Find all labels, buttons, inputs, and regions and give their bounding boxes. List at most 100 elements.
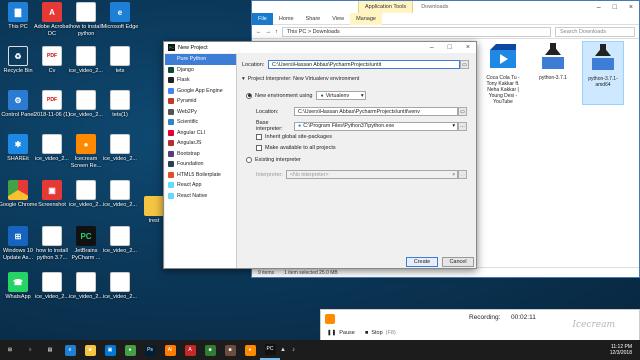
taskbar-store-icon[interactable]: ▣ [100, 340, 120, 360]
address-bar[interactable]: This PC > Downloads [281, 26, 551, 37]
more-options-button[interactable]: … [458, 121, 467, 131]
interpreter-section-header[interactable]: Project Interpreter: New Virtualenv envi… [248, 76, 359, 82]
project-type-item[interactable]: React App [165, 180, 236, 191]
desktop-icon[interactable]: ice_video_2... [103, 272, 137, 316]
maximize-icon[interactable]: □ [448, 44, 452, 51]
maximize-icon[interactable]: □ [613, 4, 617, 11]
desktop-icon[interactable]: ☎ WhatsApp [1, 272, 35, 316]
taskbar-start-icon[interactable]: ⊞ [0, 340, 20, 360]
existing-interpreter-radio[interactable] [246, 157, 252, 163]
project-type-item[interactable]: Angular CLI [165, 128, 236, 139]
back-icon[interactable]: ← [256, 29, 262, 35]
env-location-input[interactable]: C:\Users\Hassan Abbas\PycharmProjects\un… [294, 107, 458, 116]
taskbar-pycharm-icon[interactable]: PC [260, 340, 280, 360]
taskbar-photoshop-icon[interactable]: Ps [140, 340, 160, 360]
taskbar-app1-icon[interactable]: ■ [200, 340, 220, 360]
file-item-selected[interactable]: python-3.7.1-amd64 [582, 41, 624, 105]
pause-button[interactable]: ❚❚ Pause [327, 330, 355, 336]
project-type-item[interactable]: Django [165, 65, 236, 76]
interpreter-select[interactable]: <No interpreter> ▾ [286, 170, 458, 179]
taskbar-icecream-icon[interactable]: ● [240, 340, 260, 360]
taskbar-acrobat-icon[interactable]: A [180, 340, 200, 360]
environment-tool-select[interactable]: ● Virtualenv ▾ [316, 91, 367, 100]
project-type-item[interactable]: Scientific [165, 117, 236, 128]
base-interpreter-select[interactable]: ● C:\Program Files\Python37\python.exe ▾ [294, 121, 458, 131]
desktop-icon[interactable]: ice_video_2... [103, 134, 137, 178]
project-type-item[interactable]: Pure Python [165, 54, 236, 65]
cancel-button[interactable]: Cancel [442, 257, 474, 267]
file-item[interactable]: Coca Cola Tu - Tony Kakkar ft. Neha Kakk… [482, 41, 524, 105]
make-available-checkbox[interactable] [256, 145, 262, 151]
up-icon[interactable]: ↑ [275, 29, 278, 35]
network-icon[interactable]: ▲ [280, 347, 286, 353]
desktop-icon[interactable]: ⚙ Control Panel [1, 90, 35, 134]
project-type-item[interactable]: Foundation [165, 159, 236, 170]
pycharm-icon: PC [168, 44, 175, 51]
desktop-icon[interactable]: ice_video_2... [69, 90, 103, 134]
taskbar-edge-icon[interactable]: e [60, 340, 80, 360]
clock[interactable]: 11:12 PM 12/3/2018 [610, 344, 640, 356]
minimize-icon[interactable]: – [597, 4, 601, 11]
stop-button[interactable]: ■ Stop (F8) [365, 330, 396, 336]
desktop-icon[interactable]: PDF 2018-11-06 (1) [34, 90, 70, 134]
taskbar-illustrator-icon[interactable]: Ai [160, 340, 180, 360]
file-item[interactable]: python-3.7.1 [532, 41, 574, 105]
desktop-icon[interactable]: A Adobe Acrobat DC [34, 2, 70, 46]
minimize-icon[interactable]: – [430, 44, 434, 51]
taskbar-app2-icon[interactable]: ■ [220, 340, 240, 360]
project-type-item[interactable]: HTML5 Boilerplate [165, 170, 236, 181]
desktop-icon[interactable]: ● Icecream Screen Re... [69, 134, 103, 178]
desktop-icon[interactable]: ice_video_2... [35, 134, 69, 178]
desktop-icon[interactable]: ♻ Recycle Bin [1, 46, 35, 90]
more-options-button[interactable]: … [458, 170, 467, 179]
project-type-item[interactable]: Bootstrap [165, 149, 236, 160]
desktop-icon[interactable]: PDF Cv [35, 46, 69, 90]
search-input[interactable]: Search Downloads [555, 26, 635, 37]
location-input[interactable]: C:\Users\Hassan Abbas\PycharmProjects\un… [268, 60, 460, 69]
expand-arrow-icon[interactable]: ▾ [242, 76, 245, 82]
desktop-icon[interactable]: ▇ This PC [1, 2, 35, 46]
desktop-icon[interactable]: ✱ SHAREit [1, 134, 35, 178]
tab-home[interactable]: Home [273, 16, 300, 22]
taskview-icon: ▤ [47, 347, 53, 353]
taskbar-explorer-icon[interactable]: ■ [80, 340, 100, 360]
interpreter-label: Interpreter: [256, 171, 283, 178]
desktop-icon[interactable]: ice_video_2... [69, 180, 103, 224]
tab-file[interactable]: File [252, 12, 273, 25]
project-type-item[interactable]: Google App Engine [165, 86, 236, 97]
create-button[interactable]: Create [406, 257, 438, 267]
tab-view[interactable]: View [326, 16, 350, 22]
desktop-icon[interactable]: tets [103, 46, 137, 90]
desktop-icon[interactable]: e Microsoft Edge [102, 2, 138, 46]
taskbar-taskview-icon[interactable]: ▤ [40, 340, 60, 360]
desktop-icon[interactable]: Google Chrome [0, 180, 37, 224]
project-type-item[interactable]: Web2Py [165, 107, 236, 118]
desktop-icon[interactable]: ▣ Screenshot [35, 180, 69, 224]
browse-folder-icon[interactable]: ▭ [458, 107, 467, 116]
desktop-icon[interactable]: how to install python 3.7... [35, 226, 69, 270]
volume-icon[interactable]: ♪ [292, 347, 295, 353]
project-type-item[interactable]: AngularJS [165, 138, 236, 149]
desktop-icon[interactable]: tets(1) [103, 90, 137, 134]
desktop-icon[interactable]: ice_video_2... [103, 226, 137, 270]
tab-manage[interactable]: Manage [350, 12, 382, 25]
new-environment-radio[interactable] [246, 92, 252, 99]
desktop-icon[interactable]: ice_video_2... [103, 180, 137, 224]
project-type-item[interactable]: React Native [165, 191, 236, 202]
inherit-packages-checkbox[interactable] [256, 134, 262, 140]
desktop-icon[interactable]: ice_video_2... [35, 272, 69, 316]
browse-folder-icon[interactable]: ▭ [460, 60, 469, 69]
tab-share[interactable]: Share [300, 16, 327, 22]
desktop-icon[interactable]: ice_video_2... [69, 46, 103, 90]
desktop-icon[interactable]: ⊞ Windows 10 Update As... [1, 226, 35, 270]
close-icon[interactable]: × [466, 44, 470, 51]
forward-icon[interactable]: → [266, 29, 272, 35]
project-type-item[interactable]: Pyramid [165, 96, 236, 107]
project-type-item[interactable]: Flask [165, 75, 236, 86]
desktop-icon[interactable]: ice_video_2... [69, 272, 103, 316]
close-icon[interactable]: × [629, 4, 633, 11]
desktop-icon[interactable]: PC JetBrains PyCharm ... [69, 226, 103, 270]
taskbar-chrome-icon[interactable]: ● [120, 340, 140, 360]
taskbar-search-icon[interactable]: ○ [20, 340, 40, 360]
desktop-icon[interactable]: how to install python [69, 2, 103, 46]
